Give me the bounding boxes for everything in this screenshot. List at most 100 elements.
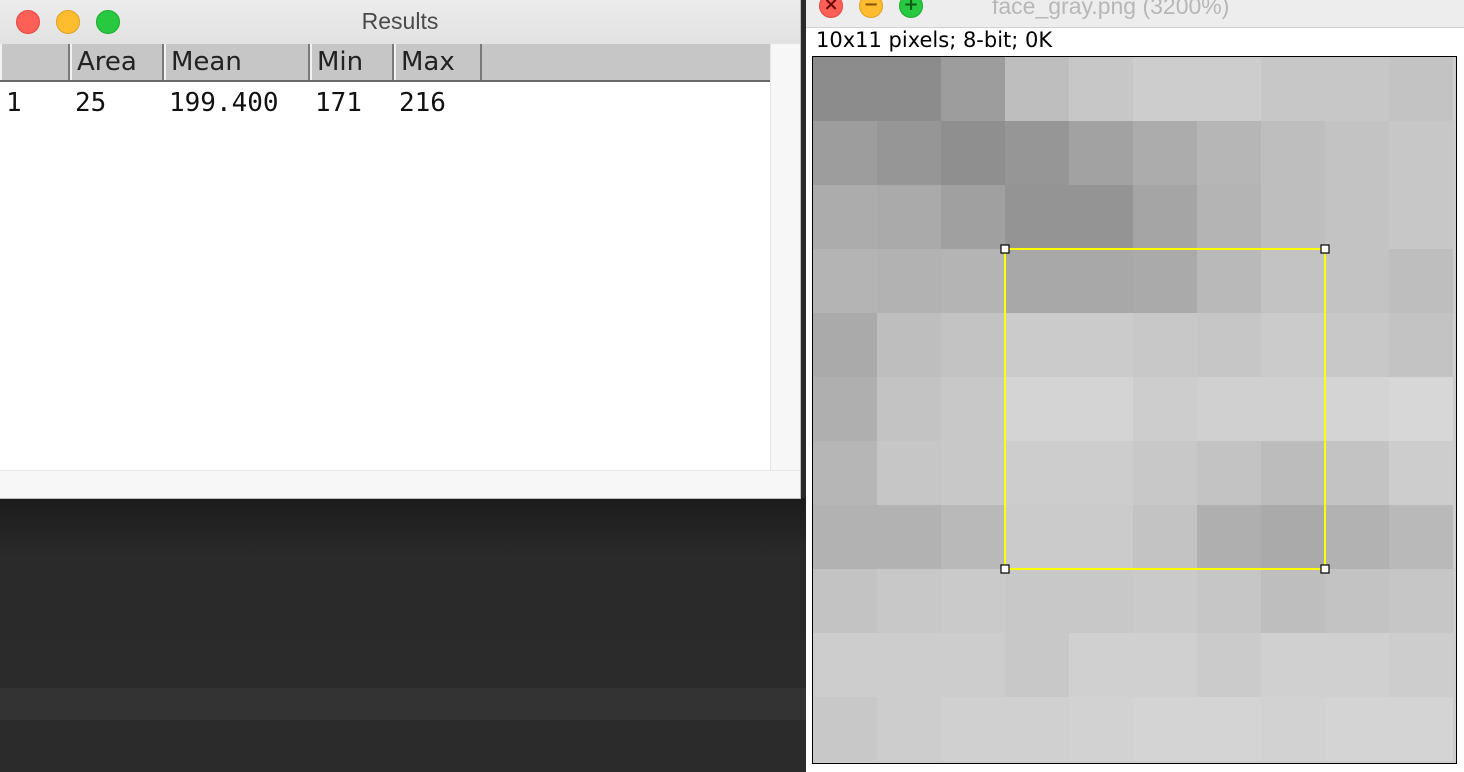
- column-header-min[interactable]: Min: [310, 44, 394, 80]
- pixel-cell: [1069, 697, 1133, 761]
- image-window: × − + face_gray.png (3200%) 10x11 pixels…: [806, 0, 1464, 772]
- pixel-cell: [1325, 185, 1389, 249]
- pixel-cell: [1069, 121, 1133, 185]
- results-table-header: Area Mean Min Max: [0, 44, 770, 82]
- pixel-cell: [1261, 121, 1325, 185]
- pixel-grid[interactable]: [813, 57, 1456, 763]
- pixel-cell: [1325, 249, 1389, 313]
- maximize-icon[interactable]: +: [899, 0, 923, 18]
- cell-mean: 199.400: [169, 88, 279, 118]
- pixel-cell: [1069, 313, 1133, 377]
- image-canvas[interactable]: [812, 56, 1457, 764]
- pixel-cell: [1133, 185, 1197, 249]
- pixel-cell: [1197, 569, 1261, 633]
- column-header-index[interactable]: [0, 44, 70, 80]
- pixel-cell: [877, 121, 941, 185]
- pixel-cell: [941, 569, 1005, 633]
- pixel-cell: [1261, 377, 1325, 441]
- pixel-cell: [1133, 569, 1197, 633]
- column-header-max[interactable]: Max: [394, 44, 482, 80]
- pixel-cell: [1261, 185, 1325, 249]
- pixel-cell: [1325, 441, 1389, 505]
- pixel-cell: [813, 57, 877, 121]
- roi-handle[interactable]: [1000, 244, 1010, 254]
- pixel-cell: [813, 121, 877, 185]
- pixel-cell: [1133, 697, 1197, 761]
- pixel-cell: [1325, 569, 1389, 633]
- pixel-cell: [1389, 505, 1453, 569]
- pixel-cell: [877, 377, 941, 441]
- horizontal-scrollbar[interactable]: [0, 470, 800, 498]
- pixel-cell: [1197, 57, 1261, 121]
- pixel-cell: [1197, 185, 1261, 249]
- pixel-cell: [1261, 57, 1325, 121]
- cell-max: 216: [399, 88, 446, 118]
- pixel-cell: [877, 697, 941, 761]
- pixel-cell: [813, 633, 877, 697]
- pixel-cell: [1261, 313, 1325, 377]
- pixel-cell: [1197, 377, 1261, 441]
- pixel-cell: [1069, 57, 1133, 121]
- pixel-cell: [1133, 313, 1197, 377]
- pixel-cell: [1005, 121, 1069, 185]
- pixel-cell: [1261, 249, 1325, 313]
- pixel-cell: [1261, 441, 1325, 505]
- results-titlebar[interactable]: Results: [0, 0, 800, 45]
- pixel-cell: [1261, 697, 1325, 761]
- roi-handle[interactable]: [1320, 564, 1330, 574]
- pixel-cell: [1325, 633, 1389, 697]
- pixel-cell: [1389, 441, 1453, 505]
- pixel-cell: [1133, 633, 1197, 697]
- pixel-cell: [1133, 121, 1197, 185]
- pixel-cell: [813, 377, 877, 441]
- pixel-cell: [1197, 313, 1261, 377]
- pixel-cell: [1389, 57, 1453, 121]
- image-window-title: face_gray.png (3200%): [992, 0, 1230, 19]
- pixel-cell: [941, 377, 1005, 441]
- column-header-mean[interactable]: Mean: [164, 44, 310, 80]
- pixel-cell: [813, 313, 877, 377]
- pixel-cell: [941, 313, 1005, 377]
- pixel-cell: [1389, 569, 1453, 633]
- pixel-cell: [1197, 633, 1261, 697]
- pixel-cell: [1389, 121, 1453, 185]
- image-titlebar[interactable]: × − + face_gray.png (3200%): [806, 0, 1464, 28]
- pixel-cell: [877, 185, 941, 249]
- results-table-body: 1 25 199.400 171 216: [0, 82, 770, 470]
- pixel-cell: [1197, 441, 1261, 505]
- vertical-scrollbar[interactable]: [770, 44, 800, 470]
- pixel-cell: [1325, 121, 1389, 185]
- cell-index: 1: [6, 88, 22, 118]
- pixel-cell: [1133, 249, 1197, 313]
- pixel-cell: [1005, 185, 1069, 249]
- close-icon[interactable]: ×: [819, 0, 843, 18]
- pixel-cell: [1325, 57, 1389, 121]
- pixel-cell: [1197, 697, 1261, 761]
- pixel-cell: [1197, 249, 1261, 313]
- pixel-cell: [941, 121, 1005, 185]
- results-window: Results Area Mean Min Max 1 25 199.400 1…: [0, 0, 800, 498]
- pixel-cell: [1261, 569, 1325, 633]
- column-header-area[interactable]: Area: [70, 44, 164, 80]
- pixel-cell: [1069, 377, 1133, 441]
- pixel-cell: [1133, 377, 1197, 441]
- pixel-cell: [1069, 249, 1133, 313]
- pixel-cell: [877, 249, 941, 313]
- cell-area: 25: [75, 88, 107, 118]
- pixel-cell: [1325, 697, 1389, 761]
- roi-handle[interactable]: [1320, 244, 1330, 254]
- pixel-cell: [941, 249, 1005, 313]
- pixel-cell: [1325, 505, 1389, 569]
- pixel-cell: [1325, 377, 1389, 441]
- pixel-cell: [1389, 249, 1453, 313]
- pixel-cell: [877, 313, 941, 377]
- roi-handle[interactable]: [1000, 564, 1010, 574]
- pixel-cell: [1133, 57, 1197, 121]
- pixel-cell: [1005, 441, 1069, 505]
- pixel-cell: [877, 57, 941, 121]
- pixel-cell: [941, 697, 1005, 761]
- pixel-cell: [1005, 377, 1069, 441]
- pixel-cell: [1005, 697, 1069, 761]
- minimize-icon[interactable]: −: [859, 0, 883, 18]
- pixel-cell: [1005, 57, 1069, 121]
